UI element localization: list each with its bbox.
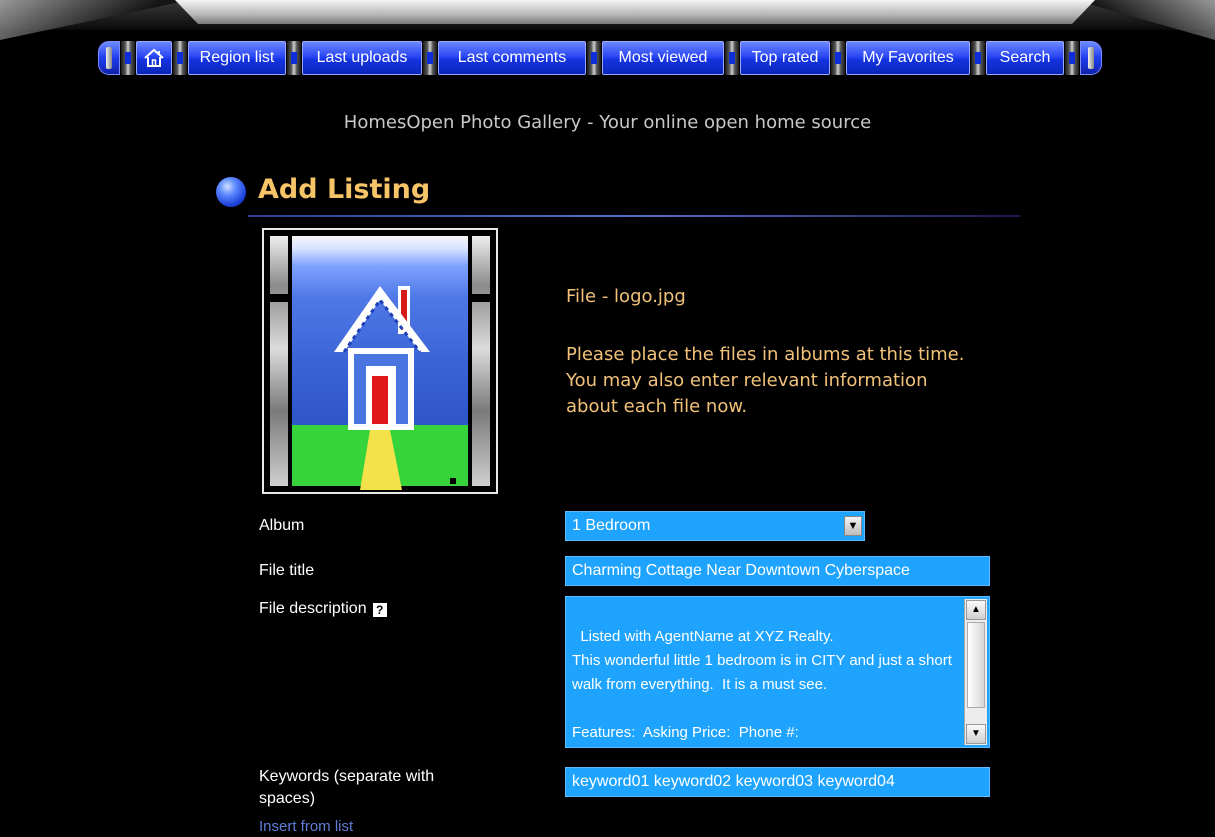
nav-left-cap bbox=[98, 41, 120, 75]
upload-instructions: Please place the files in albums at this… bbox=[566, 344, 965, 417]
scrollbar-thumb[interactable] bbox=[967, 622, 985, 708]
nav-separator bbox=[423, 41, 437, 75]
help-icon[interactable]: ? bbox=[372, 603, 387, 617]
nav-search[interactable]: Search bbox=[986, 41, 1064, 75]
keywords-label: Keywords (separate with spaces) bbox=[259, 768, 435, 807]
album-select-value: 1 Bedroom bbox=[572, 517, 651, 534]
home-button[interactable] bbox=[136, 41, 172, 75]
heading-divider bbox=[248, 215, 1020, 217]
chevron-down-icon[interactable]: ▼ bbox=[844, 516, 862, 536]
album-label: Album bbox=[259, 517, 305, 534]
nav-last-uploads[interactable]: Last uploads bbox=[302, 41, 422, 75]
file-description-label: File description bbox=[259, 600, 367, 617]
house-logo-icon bbox=[334, 286, 456, 490]
nav-separator bbox=[971, 41, 985, 75]
nav-separator bbox=[121, 41, 135, 75]
nav-separator bbox=[831, 41, 845, 75]
description-scrollbar[interactable]: ▲ ▼ bbox=[964, 599, 987, 745]
nav-right-cap bbox=[1080, 41, 1102, 75]
nav-region-list[interactable]: Region list bbox=[188, 41, 286, 75]
file-name-line: File - logo.jpg bbox=[566, 286, 686, 307]
nav-separator bbox=[725, 41, 739, 75]
file-thumbnail[interactable] bbox=[262, 228, 498, 494]
heading-bullet-icon bbox=[216, 177, 246, 207]
home-icon bbox=[144, 48, 164, 67]
site-subtitle: HomesOpen Photo Gallery - Your online op… bbox=[343, 112, 872, 133]
nav-most-viewed[interactable]: Most viewed bbox=[602, 41, 724, 75]
nav-separator bbox=[587, 41, 601, 75]
nav-separator bbox=[173, 41, 187, 75]
nav-top-rated[interactable]: Top rated bbox=[740, 41, 830, 75]
insert-from-list-link[interactable]: Insert from list bbox=[259, 818, 353, 835]
keywords-input[interactable]: keyword01 keyword02 keyword03 keyword04 bbox=[565, 767, 990, 797]
album-select[interactable]: 1 Bedroom ▼ bbox=[565, 511, 865, 541]
nav-last-comments[interactable]: Last comments bbox=[438, 41, 586, 75]
nav-my-favorites[interactable]: My Favorites bbox=[846, 41, 970, 75]
chrome-top-bar bbox=[175, 0, 1095, 24]
file-description-textarea[interactable]: Listed with AgentName at XYZ Realty. Thi… bbox=[565, 596, 990, 748]
file-description-text: Listed with AgentName at XYZ Realty. Thi… bbox=[572, 628, 952, 741]
scroll-up-icon[interactable]: ▲ bbox=[966, 600, 986, 620]
file-description-label-row: File description? bbox=[259, 598, 387, 620]
file-title-label: File title bbox=[259, 562, 315, 579]
main-nav: Region list Last uploads Last comments M… bbox=[98, 40, 1164, 76]
file-title-input[interactable]: Charming Cottage Near Downtown Cyberspac… bbox=[565, 556, 990, 586]
scroll-down-icon[interactable]: ▼ bbox=[966, 724, 986, 744]
page-title: Add Listing bbox=[258, 174, 431, 205]
nav-separator bbox=[287, 41, 301, 75]
nav-separator bbox=[1065, 41, 1079, 75]
